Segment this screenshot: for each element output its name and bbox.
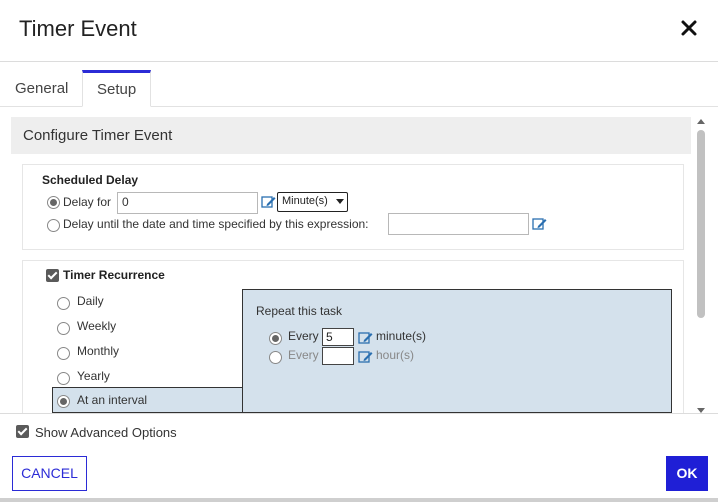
cancel-button[interactable]: CANCEL [12,456,87,491]
delay-until-label: Delay until the date and time specified … [63,217,369,231]
timer-recurrence-label: Timer Recurrence [63,268,165,282]
scrollbar[interactable] [695,117,707,413]
edit-expression-icon[interactable] [261,195,276,209]
scheduled-delay-heading: Scheduled Delay [42,173,139,187]
every-hours-unit: hour(s) [376,348,415,362]
edit-expression-icon[interactable] [358,350,373,364]
ok-button[interactable]: OK [666,456,708,491]
every-minutes-prefix: Every [288,329,319,343]
chevron-down-icon [336,199,344,204]
delay-until-input[interactable] [388,213,529,235]
recurrence-daily-label: Daily [77,294,104,308]
every-hours-radio[interactable] [269,351,282,364]
recurrence-interval-row[interactable]: At an interval [52,387,243,413]
recurrence-daily-radio[interactable] [57,297,70,310]
every-minutes-unit: minute(s) [376,329,427,343]
setup-content: Configure Timer Event Scheduled Delay De… [11,117,707,413]
recurrence-monthly-label: Monthly [77,344,120,358]
every-hours-prefix: Every [288,348,319,362]
delay-for-radio[interactable] [47,196,60,209]
delay-unit-value: Minute(s) [282,195,328,207]
edit-expression-icon[interactable] [532,217,547,231]
every-minutes-radio[interactable] [269,332,282,345]
section-title: Configure Timer Event [11,117,691,154]
delay-unit-select[interactable]: Minute(s) [277,192,348,212]
edit-expression-icon[interactable] [358,331,373,345]
recurrence-yearly-label: Yearly [77,369,110,383]
scheduled-delay-box: Scheduled Delay Delay for 0 Minute(s) De… [22,164,684,250]
show-advanced-label: Show Advanced Options [35,425,177,440]
every-minutes-input[interactable]: 5 [322,328,354,346]
delay-for-label: Delay for [63,195,112,209]
every-hours-input[interactable] [322,347,354,365]
close-icon[interactable] [680,19,698,37]
recurrence-interval-radio[interactable] [57,395,70,408]
recurrence-weekly-label: Weekly [77,319,117,333]
tab-general[interactable]: General [1,70,82,107]
recurrence-interval-label: At an interval [77,393,148,407]
recurrence-monthly-radio[interactable] [57,347,70,360]
timer-recurrence-checkbox[interactable] [46,269,59,282]
scroll-thumb[interactable] [697,130,705,318]
dialog-title: Timer Event [19,16,137,41]
repeat-task-heading: Repeat this task [256,304,343,318]
tab-setup[interactable]: Setup [82,70,152,107]
show-advanced-checkbox[interactable] [16,425,29,438]
recurrence-weekly-radio[interactable] [57,322,70,335]
scroll-up-icon[interactable] [697,119,705,124]
bottom-border [0,498,718,502]
delay-for-input[interactable]: 0 [117,192,258,214]
delay-until-radio[interactable] [47,219,60,232]
recurrence-yearly-radio[interactable] [57,372,70,385]
tab-bar: General Setup [0,70,718,107]
footer-divider [0,413,718,414]
interval-detail-panel: Repeat this task Every 5 minute(s) Every… [242,289,672,413]
dialog-header: Timer Event [0,0,718,62]
